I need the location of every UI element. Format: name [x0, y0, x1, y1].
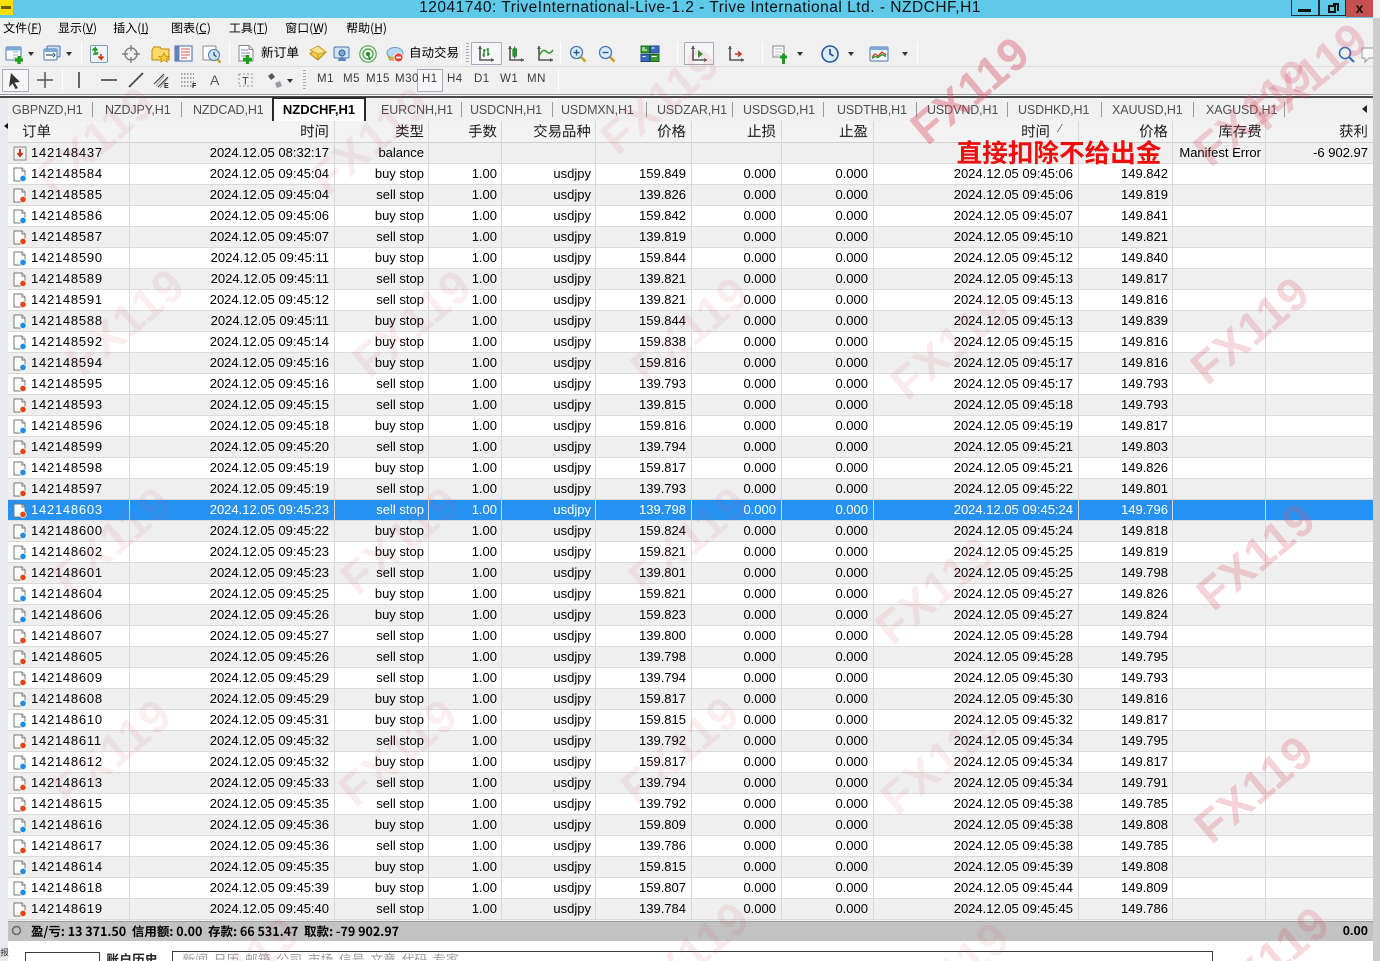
svg-text:A: A: [210, 72, 220, 88]
svg-text:T: T: [242, 76, 249, 88]
svg-text:F: F: [192, 83, 197, 89]
svg-text:E: E: [164, 83, 169, 89]
